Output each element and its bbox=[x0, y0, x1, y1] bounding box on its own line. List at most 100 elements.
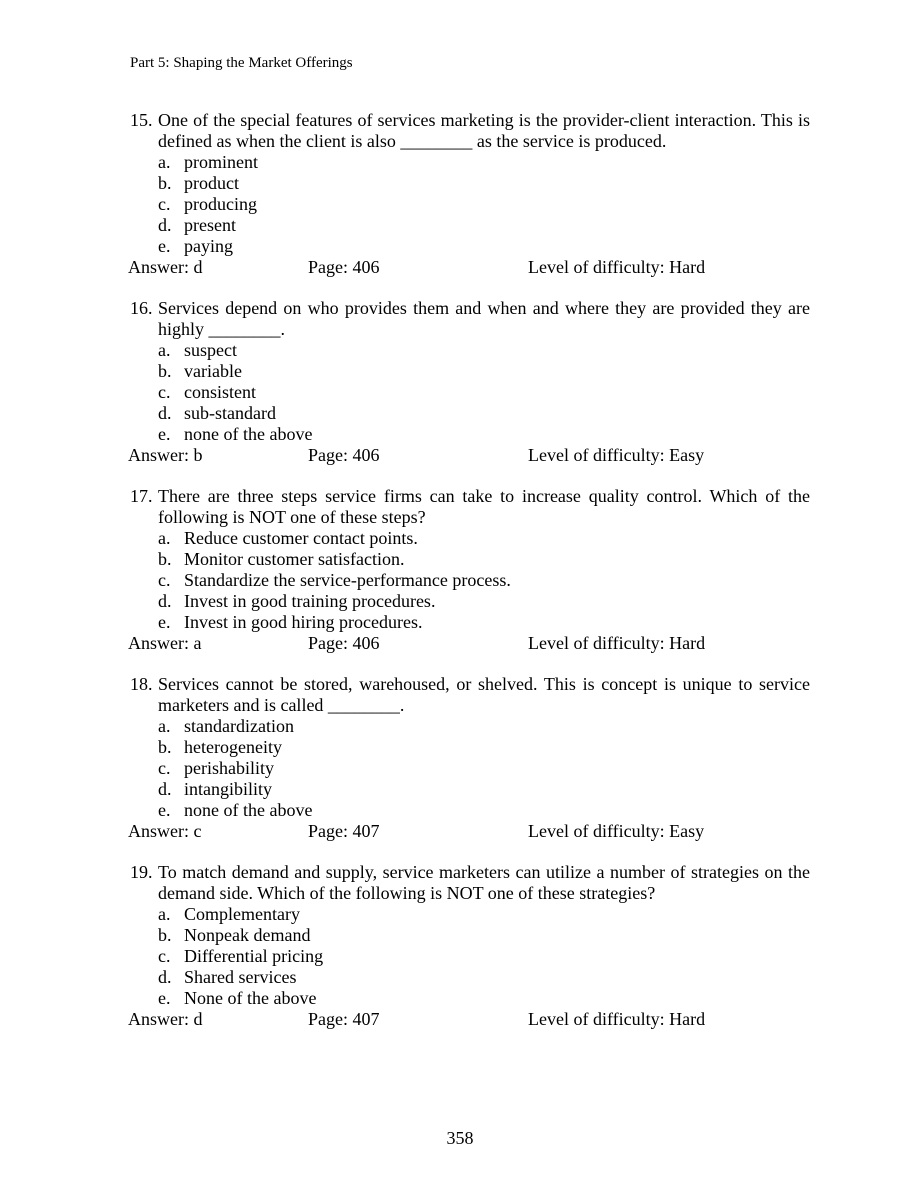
page-value: 407 bbox=[353, 821, 380, 841]
option-row: e. none of the above bbox=[158, 800, 810, 821]
option-row: a. Complementary bbox=[158, 904, 810, 925]
options-list: a.prominentb.productc.producingd.present… bbox=[130, 152, 810, 257]
options-list: a. Complementaryb. Nonpeak demandc. Diff… bbox=[130, 904, 810, 1009]
option-text: Nonpeak demand bbox=[184, 925, 810, 946]
difficulty-label: Level of difficulty: bbox=[528, 821, 669, 841]
answer-line: Answer: dPage: 406Level of difficulty: H… bbox=[128, 257, 810, 278]
option-text: suspect bbox=[184, 340, 810, 361]
option-row: d. sub-standard bbox=[158, 403, 810, 424]
answer-label: Answer: bbox=[128, 1009, 194, 1029]
answer-letter: a bbox=[194, 633, 202, 653]
question-block: 16.Services depend on who provides them … bbox=[130, 298, 810, 466]
question-number: 19. bbox=[130, 862, 158, 904]
questions-container: 15.One of the special features of servic… bbox=[130, 110, 810, 1030]
answer-page: Page: 406 bbox=[308, 633, 528, 654]
answer-line: Answer: cPage: 407Level of difficulty: E… bbox=[128, 821, 810, 842]
option-letter: c. bbox=[158, 946, 184, 967]
option-row: c. consistent bbox=[158, 382, 810, 403]
option-letter: b. bbox=[158, 361, 184, 382]
option-text: Differential pricing bbox=[184, 946, 810, 967]
option-letter: c. bbox=[158, 194, 184, 215]
option-letter: e. bbox=[158, 988, 184, 1009]
option-letter: a. bbox=[158, 716, 184, 737]
answer-label: Answer: bbox=[128, 633, 194, 653]
question-text: To match demand and supply, service mark… bbox=[158, 862, 810, 904]
question-number: 16. bbox=[130, 298, 158, 340]
difficulty-value: Hard bbox=[669, 257, 705, 277]
option-letter: b. bbox=[158, 549, 184, 570]
answer-difficulty: Level of difficulty: Hard bbox=[528, 257, 810, 278]
answer-line: Answer: dPage: 407Level of difficulty: H… bbox=[128, 1009, 810, 1030]
option-letter: c. bbox=[158, 758, 184, 779]
answer-difficulty: Level of difficulty: Hard bbox=[528, 1009, 810, 1030]
option-letter: d. bbox=[158, 403, 184, 424]
page-value: 406 bbox=[353, 445, 380, 465]
option-letter: d. bbox=[158, 591, 184, 612]
option-text: consistent bbox=[184, 382, 810, 403]
question-number: 18. bbox=[130, 674, 158, 716]
answer-letter: d bbox=[194, 257, 203, 277]
option-letter: a. bbox=[158, 528, 184, 549]
option-text: heterogeneity bbox=[184, 737, 810, 758]
answer-value: Answer: d bbox=[128, 257, 308, 278]
option-text: none of the above bbox=[184, 800, 810, 821]
option-letter: a. bbox=[158, 904, 184, 925]
option-row: c. Differential pricing bbox=[158, 946, 810, 967]
option-row: d. Shared services bbox=[158, 967, 810, 988]
option-row: a.prominent bbox=[158, 152, 810, 173]
question-stem: 18.Services cannot be stored, warehoused… bbox=[130, 674, 810, 716]
option-row: e. none of the above bbox=[158, 424, 810, 445]
answer-line: Answer: bPage: 406Level of difficulty: E… bbox=[128, 445, 810, 466]
option-row: b.variable bbox=[158, 361, 810, 382]
option-letter: b. bbox=[158, 737, 184, 758]
answer-label: Answer: bbox=[128, 821, 194, 841]
option-row: c. perishability bbox=[158, 758, 810, 779]
question-number: 17. bbox=[130, 486, 158, 528]
option-text: standardization bbox=[184, 716, 810, 737]
answer-value: Answer: d bbox=[128, 1009, 308, 1030]
question-number: 15. bbox=[130, 110, 158, 152]
page-label: Page: bbox=[308, 257, 353, 277]
page-value: 406 bbox=[353, 257, 380, 277]
answer-line: Answer: aPage: 406Level of difficulty: H… bbox=[128, 633, 810, 654]
question-block: 19.To match demand and supply, service m… bbox=[130, 862, 810, 1030]
page-label: Page: bbox=[308, 821, 353, 841]
options-list: a.suspectb.variablec. consistentd. sub-s… bbox=[130, 340, 810, 445]
option-text: none of the above bbox=[184, 424, 810, 445]
option-text: prominent bbox=[184, 152, 810, 173]
option-text: Reduce customer contact points. bbox=[184, 528, 810, 549]
option-letter: c. bbox=[158, 382, 184, 403]
option-row: b. heterogeneity bbox=[158, 737, 810, 758]
option-letter: b. bbox=[158, 173, 184, 194]
option-text: producing bbox=[184, 194, 810, 215]
question-text: Services depend on who provides them and… bbox=[158, 298, 810, 340]
question-text: Services cannot be stored, warehoused, o… bbox=[158, 674, 810, 716]
answer-letter: c bbox=[194, 821, 202, 841]
option-text: Complementary bbox=[184, 904, 810, 925]
option-letter: e. bbox=[158, 800, 184, 821]
part-header: Part 5: Shaping the Market Offerings bbox=[130, 55, 810, 72]
option-row: e.paying bbox=[158, 236, 810, 257]
difficulty-value: Easy bbox=[669, 445, 704, 465]
page-value: 407 bbox=[353, 1009, 380, 1029]
option-letter: a. bbox=[158, 152, 184, 173]
answer-page: Page: 406 bbox=[308, 445, 528, 466]
option-letter: a. bbox=[158, 340, 184, 361]
option-text: Standardize the service-performance proc… bbox=[184, 570, 810, 591]
answer-value: Answer: c bbox=[128, 821, 308, 842]
question-stem: 16.Services depend on who provides them … bbox=[130, 298, 810, 340]
question-block: 18.Services cannot be stored, warehoused… bbox=[130, 674, 810, 842]
option-row: e. Invest in good hiring procedures. bbox=[158, 612, 810, 633]
option-text: Invest in good training procedures. bbox=[184, 591, 810, 612]
question-block: 15.One of the special features of servic… bbox=[130, 110, 810, 278]
difficulty-label: Level of difficulty: bbox=[528, 257, 669, 277]
option-text: intangibility bbox=[184, 779, 810, 800]
page-value: 406 bbox=[353, 633, 380, 653]
difficulty-label: Level of difficulty: bbox=[528, 445, 669, 465]
option-letter: e. bbox=[158, 236, 184, 257]
option-text: sub-standard bbox=[184, 403, 810, 424]
answer-page: Page: 406 bbox=[308, 257, 528, 278]
question-stem: 17.There are three steps service firms c… bbox=[130, 486, 810, 528]
option-text: perishability bbox=[184, 758, 810, 779]
difficulty-label: Level of difficulty: bbox=[528, 633, 669, 653]
